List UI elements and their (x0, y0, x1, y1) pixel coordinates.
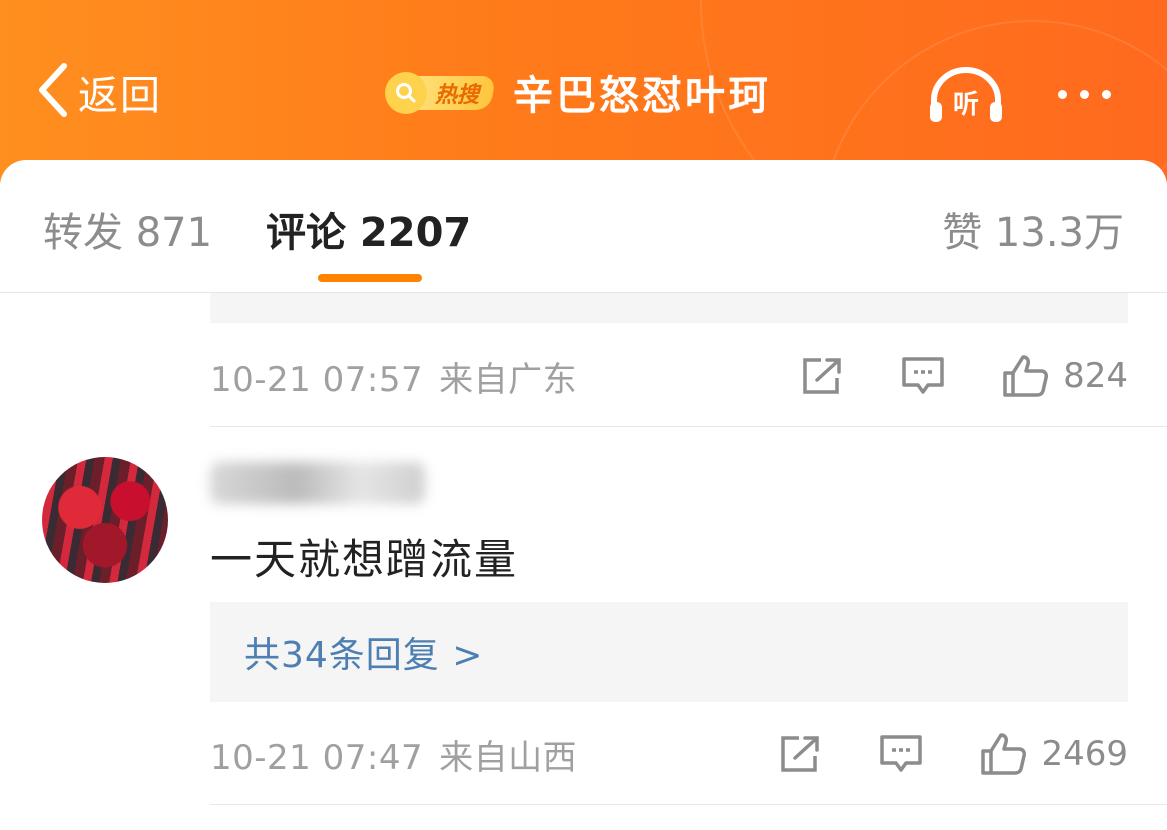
listen-label: 听 (953, 90, 979, 120)
like-count: 2469 (1041, 734, 1128, 774)
like-count: 824 (1063, 356, 1128, 396)
username-blurred[interactable] (210, 462, 425, 504)
comment-meta: 10-21 07:57 来自广东 (210, 352, 577, 401)
comment-divider (210, 804, 1167, 805)
share-button[interactable] (801, 356, 845, 396)
comment-location: 来自山西 (439, 737, 578, 778)
like-button[interactable]: 2469 (979, 731, 1128, 777)
thumbs-up-icon (1003, 355, 1049, 397)
like-button[interactable]: 824 (1001, 353, 1128, 399)
hot-search-badge[interactable]: 热搜 (385, 72, 496, 114)
more-dots-icon (1102, 89, 1111, 99)
chevron-left-icon (34, 60, 70, 124)
comment-text: 一天就想蹭流量 (210, 535, 519, 584)
comment-location: 来自广东 (439, 359, 578, 400)
comment-actions: 2469 (779, 724, 1128, 784)
tab-like[interactable]: 赞 13.3万 (942, 200, 1124, 258)
back-button[interactable]: 返回 (34, 62, 162, 122)
comment-icon (880, 735, 923, 772)
more-options-button[interactable] (1058, 84, 1128, 104)
page-title: 辛巴怒怼叶珂 (513, 73, 771, 119)
comment-time: 10-21 07:57 (210, 359, 424, 400)
share-button[interactable] (779, 734, 823, 774)
thumbs-up-icon (981, 733, 1027, 775)
comment-time: 10-21 07:47 (210, 737, 424, 778)
active-tab-indicator (318, 274, 422, 282)
comment-meta-row: 10-21 07:47 来自山西 2469 (210, 724, 1128, 784)
comment-divider (210, 426, 1167, 427)
comment-meta-row: 10-21 07:57 来自广东 824 (210, 346, 1128, 406)
comment-meta: 10-21 07:47 来自山西 (210, 730, 577, 779)
headphones-icon: 听 (930, 67, 1002, 122)
back-label: 返回 (78, 73, 162, 119)
comment-icon (902, 357, 944, 394)
listen-button[interactable]: 听 (926, 66, 1006, 126)
avatar[interactable] (42, 457, 168, 583)
tab-repost[interactable]: 转发 871 (43, 200, 212, 258)
tab-bar: 转发 871 评论 2207 赞 13.3万 (0, 160, 1167, 293)
tab-comment[interactable]: 评论 2207 (266, 200, 471, 258)
reply-button[interactable] (901, 356, 945, 396)
topic-header: 热搜 辛巴怒怼叶珂 (385, 66, 771, 119)
previous-reply-box[interactable] (210, 293, 1128, 323)
more-dots-icon (1080, 89, 1089, 99)
share-icon (803, 358, 841, 394)
hot-badge-label: 热搜 (434, 83, 479, 108)
comment-actions: 824 (801, 346, 1128, 406)
more-dots-icon (1058, 89, 1067, 99)
reply-button[interactable] (879, 734, 923, 774)
share-icon (781, 736, 820, 772)
search-icon (385, 72, 427, 114)
reply-summary-link[interactable]: 共34条回复 > (244, 626, 483, 678)
view-replies-box[interactable]: 共34条回复 > (210, 602, 1128, 702)
